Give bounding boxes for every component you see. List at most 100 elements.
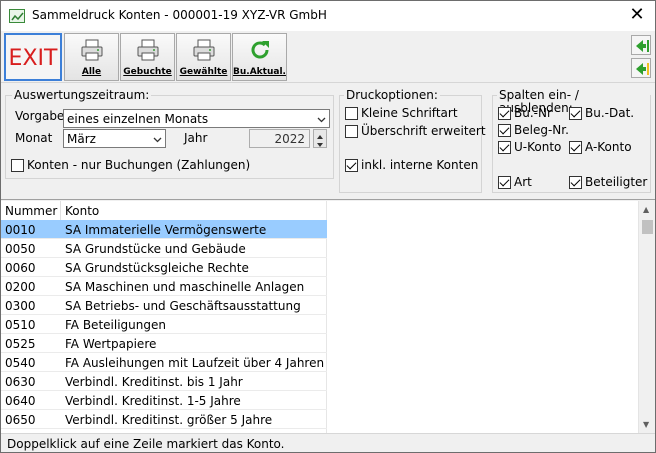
cell-nummer: 0010 [5, 223, 36, 237]
checkbox-box-checked[interactable] [498, 175, 511, 189]
internal-accounts-checkbox[interactable]: inkl. interne Konten [345, 158, 478, 172]
cell-konto: FA Ausleihungen mit Laufzeit über 4 Jahr… [65, 356, 325, 370]
cell-konto: FA Beteiligungen [65, 318, 166, 332]
nav-back-button[interactable] [631, 58, 651, 78]
col-beleg-nr-checkbox[interactable]: Beleg-Nr. [498, 123, 569, 137]
checkbox-box[interactable] [11, 158, 24, 172]
internal-accounts-label: inkl. interne Konten [361, 158, 479, 172]
print-all-button[interactable]: Alle [64, 33, 119, 81]
printer-icon [80, 38, 104, 65]
extended-heading-checkbox[interactable]: Überschrift erweitert [345, 124, 486, 138]
checkbox-box-checked[interactable] [498, 106, 511, 120]
accounts-table: Nummer Konto 0010 SA Immaterielle Vermöge… [1, 201, 655, 433]
table-row[interactable]: 0640 Verbindl. Kreditinst. 1-5 Jahre [1, 391, 327, 410]
cell-nummer: 0060 [5, 261, 36, 275]
table-row-selected[interactable]: 0010 SA Immaterielle Vermögenswerte [1, 220, 327, 239]
scrollbar-thumb[interactable] [642, 220, 653, 234]
col-a-konto-label: A-Konto [585, 140, 632, 154]
cell-nummer: 0650 [5, 413, 36, 427]
refresh-bookings-label: Bu.Aktual. [233, 67, 286, 77]
print-options-title: Druckoptionen: [344, 88, 440, 102]
monat-value: März [67, 132, 96, 146]
spin-down-icon[interactable] [314, 138, 326, 147]
spin-up-icon[interactable] [314, 130, 326, 139]
monat-select[interactable]: März [63, 129, 166, 148]
print-booked-button[interactable]: Gebuchte [120, 33, 175, 81]
table-row[interactable]: 0050 SA Grundstücke und Gebäude [1, 239, 327, 258]
options-panel: Auswertungszeitraum: Vorgabe eines einze… [1, 84, 655, 200]
cell-nummer: 0630 [5, 375, 36, 389]
col-beteiligter-label: Beteiligter [585, 175, 648, 189]
konten-buchungen-checkbox[interactable]: Konten - nur Buchungen (Zahlungen) [11, 158, 250, 172]
evaluation-period-title: Auswertungszeitraum: [12, 88, 152, 102]
checkbox-box-checked[interactable] [498, 140, 511, 154]
table-row[interactable]: 0630 Verbindl. Kreditinst. bis 1 Jahr [1, 372, 327, 391]
cell-nummer: 0050 [5, 242, 36, 256]
table-row[interactable]: 0540 FA Ausleihungen mit Laufzeit über 4 … [1, 353, 327, 372]
extended-heading-label: Überschrift erweitert [361, 124, 486, 138]
window-title: Sammeldruck Konten - 000001-19 XYZ-VR Gm… [32, 8, 327, 22]
table-row[interactable]: 0060 SA Grundstücksgleiche Rechte [1, 258, 327, 277]
cell-nummer: 0540 [5, 356, 36, 370]
vorgabe-select[interactable]: eines einzelnen Monats [63, 109, 330, 128]
checkbox-box[interactable] [345, 124, 358, 138]
vertical-scrollbar[interactable]: ▲ ▼ [638, 201, 655, 433]
cell-konto: SA Grundstücksgleiche Rechte [65, 261, 249, 275]
col-bu-dat-checkbox[interactable]: Bu.-Dat. [569, 106, 634, 120]
table-row[interactable]: 0510 FA Beteiligungen [1, 315, 327, 334]
vorgabe-value: eines einzelnen Monats [67, 112, 209, 126]
col-bu-nr-checkbox[interactable]: Bu.-Nr [498, 106, 552, 120]
col-a-konto-checkbox[interactable]: A-Konto [569, 140, 632, 154]
col-art-label: Art [514, 175, 532, 189]
table-row[interactable]: 0650 Verbindl. Kreditinst. größer 5 Jahre [1, 410, 327, 429]
cell-nummer: 0510 [5, 318, 36, 332]
col-beleg-nr-label: Beleg-Nr. [514, 123, 569, 137]
checkbox-box-checked[interactable] [569, 175, 582, 189]
table-row[interactable]: 0525 FA Wertpapiere [1, 334, 327, 353]
column-header-konto[interactable]: Konto [61, 201, 327, 220]
main-window: Sammeldruck Konten - 000001-19 XYZ-VR Gm… [0, 0, 656, 453]
close-icon[interactable]: ✕ [629, 6, 645, 24]
cell-konto: FA Wertpapiere [65, 337, 157, 351]
col-beteiligter-checkbox[interactable]: Beteiligter [569, 175, 647, 189]
chevron-down-icon [153, 137, 162, 143]
column-header-nummer[interactable]: Nummer [1, 201, 61, 220]
refresh-bookings-button[interactable]: Bu.Aktual. [232, 33, 287, 81]
cell-konto: Verbindl. Kreditinst. bis 1 Jahr [65, 375, 243, 389]
jahr-spinner[interactable] [313, 129, 327, 148]
cell-nummer: 0200 [5, 280, 36, 294]
exit-label: EXIT [8, 46, 58, 71]
monat-label: Monat [15, 131, 53, 145]
cell-konto: SA Betriebs- und Geschäftsausstattung [65, 299, 301, 313]
print-selected-button[interactable]: Gewählte [176, 33, 231, 81]
print-selected-label: Gewählte [179, 67, 228, 77]
table-row[interactable]: 0300 SA Betriebs- und Geschäftsausstattun… [1, 296, 327, 315]
scroll-down-icon[interactable]: ▼ [643, 420, 649, 429]
printer-icon [192, 38, 216, 65]
checkbox-box-checked[interactable] [345, 158, 358, 172]
refresh-icon [248, 38, 272, 65]
col-u-konto-checkbox[interactable]: U-Konto [498, 140, 561, 154]
checkbox-box-checked[interactable] [498, 123, 511, 137]
cell-nummer: 0300 [5, 299, 36, 313]
evaluation-period-group: Auswertungszeitraum: Vorgabe eines einze… [5, 89, 334, 179]
cell-nummer: 0525 [5, 337, 36, 351]
checkbox-box-checked[interactable] [569, 140, 582, 154]
small-font-label: Kleine Schriftart [361, 106, 458, 120]
scroll-up-icon[interactable]: ▲ [643, 205, 649, 214]
chevron-down-icon [317, 117, 326, 123]
konten-buchungen-label: Konten - nur Buchungen (Zahlungen) [27, 158, 251, 172]
exit-button[interactable]: EXIT [4, 33, 62, 81]
jahr-label: Jahr [184, 131, 208, 145]
checkbox-box[interactable] [345, 106, 358, 120]
print-booked-label: Gebuchte [123, 67, 172, 77]
toolbar: EXIT Alle Gebuchte Gewählte Bu.Aktual. [1, 31, 655, 83]
nav-first-button[interactable] [631, 35, 651, 55]
jahr-input[interactable]: 2022 [249, 129, 310, 148]
small-font-checkbox[interactable]: Kleine Schriftart [345, 106, 458, 120]
col-art-checkbox[interactable]: Art [498, 175, 532, 189]
col-bu-nr-label: Bu.-Nr [514, 106, 552, 120]
checkbox-box-checked[interactable] [569, 106, 582, 120]
table-row[interactable]: 0200 SA Maschinen und maschinelle Anlagen [1, 277, 327, 296]
cell-konto: Verbindl. Kreditinst. 1-5 Jahre [65, 394, 241, 408]
